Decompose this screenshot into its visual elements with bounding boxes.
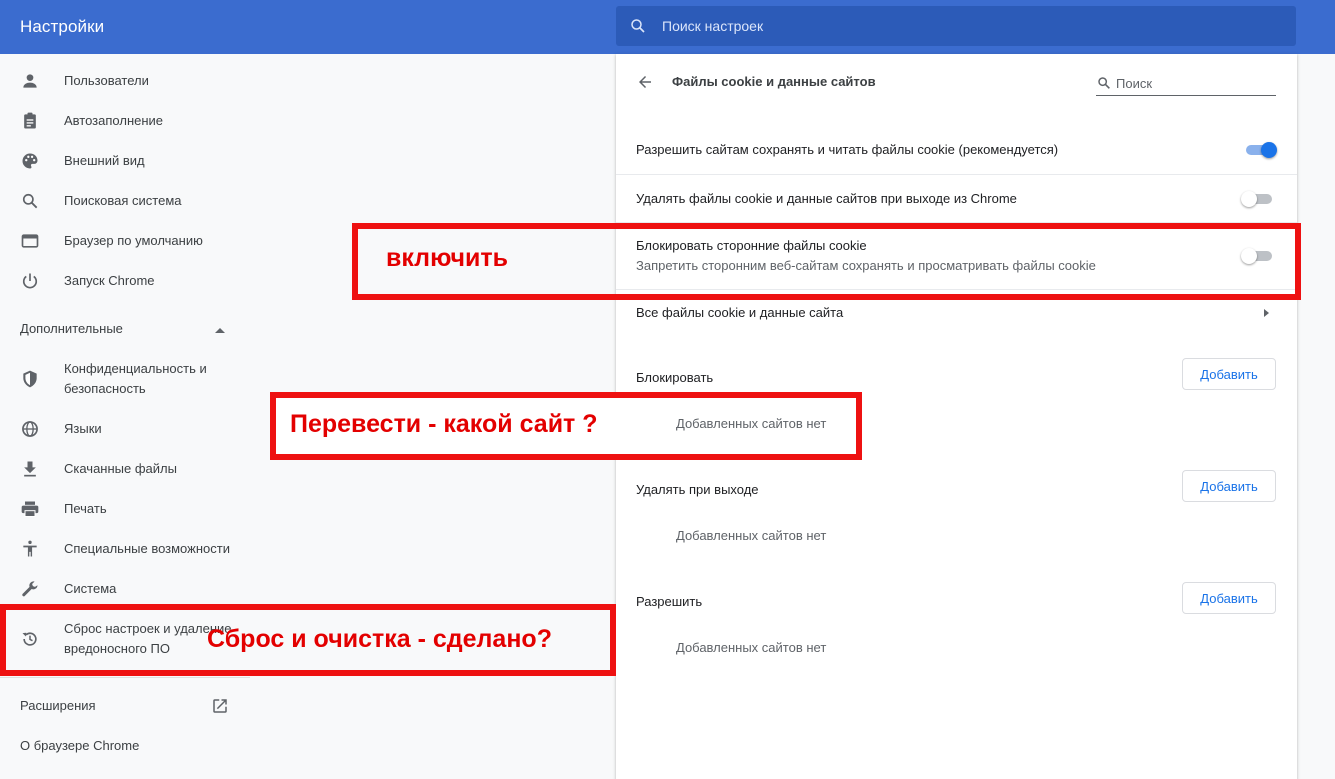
wrench-icon: [22, 581, 38, 597]
annotation-text-translate: Перевести - какой сайт ?: [290, 410, 598, 439]
sidebar-item-autofill[interactable]: Автозаполнение: [0, 101, 250, 141]
clipboard-icon: [24, 112, 36, 129]
block-add-button[interactable]: Добавить: [1182, 358, 1276, 390]
sidebar-item-languages[interactable]: Языки: [0, 409, 250, 449]
settings-page: Настройки Пользователи: [0, 0, 1335, 779]
sidebar-item-extensions[interactable]: Расширения: [20, 696, 96, 716]
sidebar-item-about[interactable]: О браузере Chrome: [20, 736, 139, 756]
search-icon: [1098, 77, 1110, 89]
allow-empty-text: Добавленных сайтов нет: [676, 640, 827, 655]
block-empty-text-overlay: Добавленных сайтов нет: [676, 416, 827, 431]
allow-cookies-toggle[interactable]: [1243, 142, 1277, 158]
sidebar-divider: [0, 677, 250, 678]
sidebar-item-printing[interactable]: Печать: [0, 489, 250, 529]
accessibility-icon: [23, 540, 37, 557]
sidebar-item-label: Пользователи: [64, 73, 149, 88]
download-icon: [24, 461, 36, 477]
sidebar-item-label: Печать: [64, 501, 107, 516]
clear-on-exit-toggle[interactable]: [1241, 191, 1275, 207]
allow-add-button[interactable]: Добавить: [1182, 582, 1276, 614]
subpage-search-input[interactable]: [1116, 74, 1274, 92]
open-in-new-icon[interactable]: [211, 697, 229, 715]
search-icon: [631, 19, 645, 33]
sidebar-item-label: Браузер по умолчанию: [64, 233, 203, 248]
settings-search-input[interactable]: [662, 6, 1262, 46]
clear-on-exit-add-button[interactable]: Добавить: [1182, 470, 1276, 502]
all-cookies-link[interactable]: Все файлы cookie и данные сайта: [636, 304, 843, 322]
person-icon: [23, 74, 37, 88]
settings-search-box[interactable]: [616, 6, 1296, 46]
annotation-text-enable: включить: [386, 244, 508, 272]
block-section-title: Блокировать: [636, 370, 714, 385]
sidebar-item-appearance[interactable]: Внешний вид: [0, 141, 250, 181]
chevron-right-icon[interactable]: [1262, 308, 1270, 318]
header-bar: Настройки: [0, 0, 1335, 54]
sidebar-item-label-line2: безопасность: [64, 381, 146, 396]
clear-on-exit-section-title: Удалять при выходе: [636, 482, 759, 497]
toggle-knob: [1241, 191, 1257, 207]
page-title: Настройки: [20, 17, 105, 36]
sidebar-item-accessibility[interactable]: Специальные возможности: [0, 529, 250, 569]
sidebar-item-label: Скачанные файлы: [64, 461, 177, 476]
sidebar-item-system[interactable]: Система: [0, 569, 250, 609]
sidebar-advanced-toggle[interactable]: Дополнительные: [20, 319, 123, 339]
sidebar-item-label: Внешний вид: [64, 153, 145, 168]
power-icon: [22, 273, 38, 289]
sidebar-item-search-engine[interactable]: Поисковая система: [0, 181, 250, 221]
sidebar-item-people[interactable]: Пользователи: [0, 61, 250, 101]
caret-up-icon[interactable]: [214, 326, 226, 334]
subpage-title: Файлы cookie и данные сайтов: [672, 74, 876, 89]
sidebar-item-label: Запуск Chrome: [64, 273, 155, 288]
sidebar-item-label: Языки: [64, 421, 102, 436]
sidebar-item-on-startup[interactable]: Запуск Chrome: [0, 261, 250, 301]
subpage-search-box[interactable]: [1096, 72, 1276, 96]
toggle-knob: [1261, 142, 1277, 158]
allow-section-title: Разрешить: [636, 594, 703, 609]
search-icon: [22, 193, 38, 209]
row-divider: [616, 174, 1297, 175]
sidebar-item-label: Автозаполнение: [64, 113, 164, 128]
sidebar-item-label: Специальные возможности: [64, 541, 230, 556]
clear-on-exit-empty-text: Добавленных сайтов нет: [676, 528, 827, 543]
sidebar-item-label: Поисковая система: [64, 193, 182, 208]
sidebar-item-default-browser[interactable]: Браузер по умолчанию: [0, 221, 250, 261]
clear-on-exit-label: Удалять файлы cookie и данные сайтов при…: [636, 191, 1017, 206]
sidebar-item-downloads[interactable]: Скачанные файлы: [0, 449, 250, 489]
allow-cookies-label: Разрешить сайтам сохранять и читать файл…: [636, 142, 1059, 157]
sidebar-item-label: Конфиденциальность и: [64, 361, 207, 376]
palette-icon: [22, 153, 38, 169]
sidebar-item-privacy[interactable]: Конфиденциальность и безопасность: [0, 357, 250, 401]
shield-icon: [23, 370, 37, 388]
browser-window-icon: [21, 234, 39, 248]
sidebar-item-label: Система: [64, 581, 117, 596]
globe-icon: [22, 421, 38, 437]
annotation-text-reset: Сброс и очистка - сделано?: [207, 625, 552, 653]
back-arrow-icon[interactable]: [636, 73, 654, 91]
printer-icon: [21, 501, 39, 517]
